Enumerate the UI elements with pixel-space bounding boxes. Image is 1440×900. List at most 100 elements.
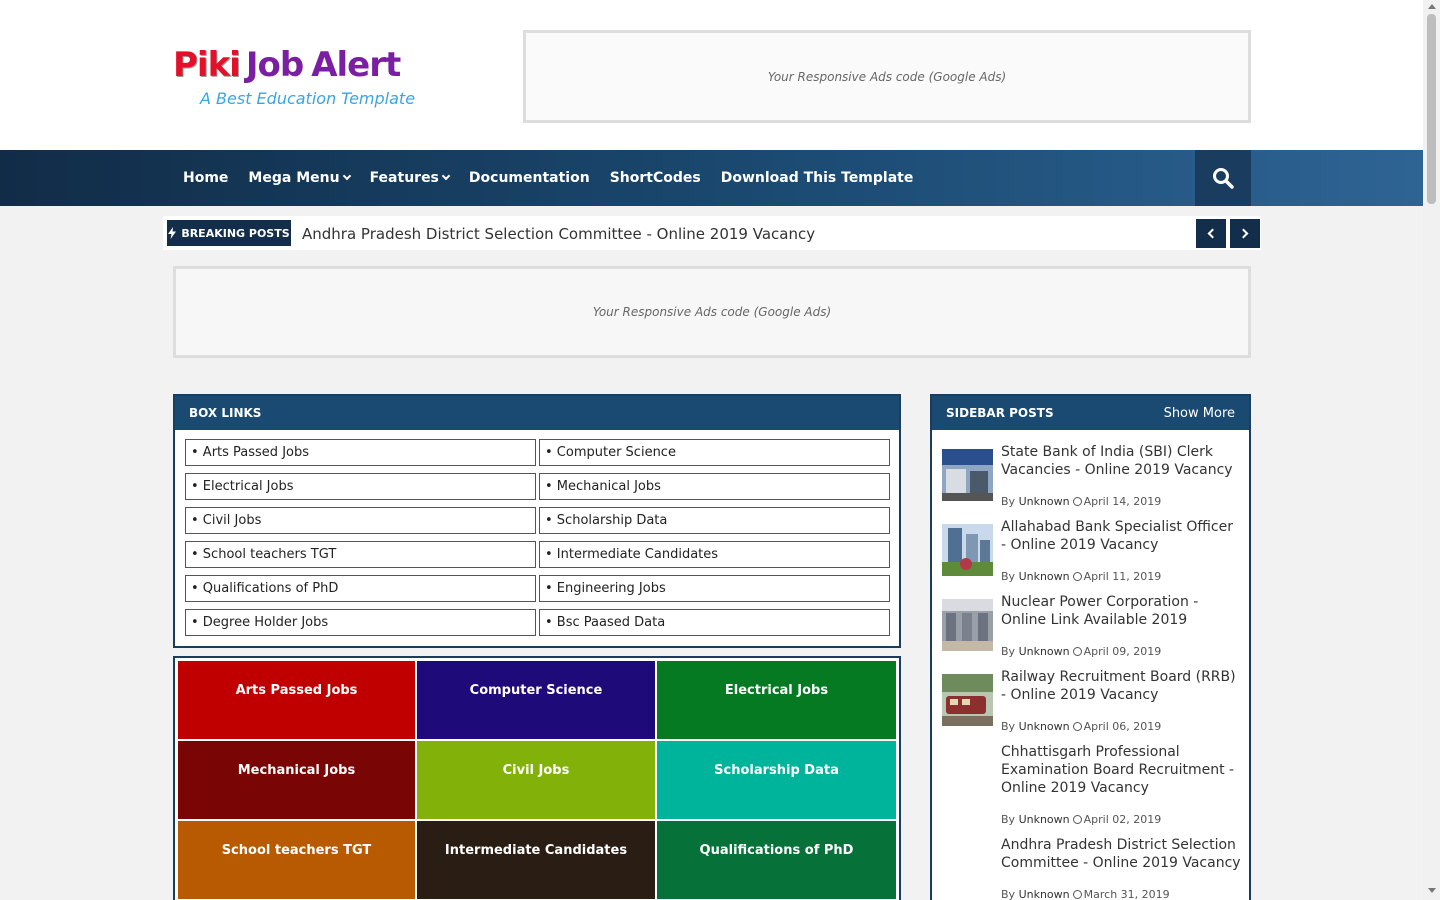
nav-item-mega-menu[interactable]: Mega Menu [238, 170, 359, 186]
category-tile[interactable]: Intermediate Candidates [417, 821, 655, 899]
box-link-item[interactable]: • School teachers TGT [185, 541, 536, 568]
nav-menu: Home Mega Menu Features Documentation ShortC… [173, 150, 923, 206]
box-links-header: BOX LINKS [175, 396, 899, 430]
box-links-grid: • Arts Passed Jobs • Computer Science • El… [185, 439, 890, 636]
category-tile[interactable]: Scholarship Data [657, 741, 896, 819]
site-logo[interactable]: Piki Job Alert A Best Education Template [173, 45, 443, 115]
show-more-link[interactable]: Show More [1164, 406, 1235, 421]
breaking-label-text: BREAKING POSTS [181, 226, 290, 240]
sidebar-post-title[interactable]: Railway Recruitment Board (RRB) - Online… [1001, 668, 1241, 704]
sidebar-post-item: Andhra Pradesh District Selection Commit… [942, 836, 1242, 900]
sidebar-post-item: Railway Recruitment Board (RRB) - Online… [942, 668, 1242, 738]
box-links-widget: BOX LINKS • Arts Passed Jobs • Computer S… [173, 394, 901, 648]
category-tile-label: Intermediate Candidates [444, 842, 628, 858]
nav-item-documentation[interactable]: Documentation [459, 170, 600, 186]
content-ad-text: Your Responsive Ads code (Google Ads) [592, 305, 832, 319]
category-tile-label: Mechanical Jobs [237, 762, 356, 778]
logo-tagline: A Best Education Template [200, 89, 416, 108]
sidebar-post-thumbnail[interactable] [942, 674, 993, 726]
category-tile[interactable]: Computer Science [417, 661, 655, 739]
category-tile[interactable]: School teachers TGT [178, 821, 415, 899]
post-author[interactable]: Unknown [1019, 720, 1070, 733]
box-link-item[interactable]: • Degree Holder Jobs [185, 609, 536, 636]
logo-brand-second: Job [245, 45, 304, 85]
category-tiles-grid: Arts Passed Jobs Computer Science Electric… [178, 661, 896, 899]
sidebar-post-item: Chhattisgarh Professional Examination Bo… [942, 743, 1242, 826]
scrollbar-thumb[interactable] [1427, 14, 1436, 204]
post-by-label: By [1001, 495, 1016, 508]
box-link-item[interactable]: • Scholarship Data [539, 507, 890, 534]
category-tile-label: Arts Passed Jobs [235, 682, 358, 698]
breaking-post-link[interactable]: Andhra Pradesh District Selection Commit… [302, 216, 815, 250]
nav-item-label: Home [183, 170, 229, 186]
box-link-item[interactable]: • Intermediate Candidates [539, 541, 890, 568]
post-author[interactable]: Unknown [1019, 570, 1070, 583]
sidebar-post-item: State Bank of India (SBI) Clerk Vacancie… [942, 443, 1242, 513]
category-tiles-widget: Arts Passed Jobs Computer Science Electric… [173, 656, 901, 900]
sidebar-post-thumbnail[interactable] [942, 524, 993, 576]
post-date: April 14, 2019 [1083, 495, 1162, 508]
post-date: April 11, 2019 [1083, 570, 1162, 583]
category-tile-label: Qualifications of PhD [699, 842, 854, 858]
category-tile[interactable]: Mechanical Jobs [178, 741, 415, 819]
post-author[interactable]: Unknown [1019, 813, 1070, 826]
scroll-up-arrow-icon[interactable] [1428, 4, 1436, 9]
breaking-posts-label: BREAKING POSTS [167, 220, 291, 246]
sidebar-posts-widget: SIDEBAR POSTS Show More State Bank of In… [930, 394, 1251, 900]
sidebar-post-meta: By Unknown April 14, 2019 [1001, 495, 1161, 508]
scroll-down-arrow-icon[interactable] [1428, 888, 1436, 893]
sidebar-post-thumbnail[interactable] [942, 599, 993, 651]
chevron-down-icon [441, 171, 451, 181]
sidebar-posts-header: SIDEBAR POSTS Show More [932, 396, 1249, 430]
sidebar-post-title[interactable]: Allahabad Bank Specialist Officer - Onli… [1001, 518, 1241, 554]
sidebar-post-title[interactable]: Chhattisgarh Professional Examination Bo… [1001, 743, 1241, 797]
sidebar-post-item: Nuclear Power Corporation - Online Link … [942, 593, 1242, 663]
box-link-item[interactable]: • Computer Science [539, 439, 890, 466]
header-ad-slot: Your Responsive Ads code (Google Ads) [523, 30, 1251, 123]
nav-item-label: Download This Template [720, 170, 914, 186]
header-ad-text: Your Responsive Ads code (Google Ads) [767, 69, 1007, 84]
post-author[interactable]: Unknown [1019, 495, 1070, 508]
category-tile[interactable]: Qualifications of PhD [657, 821, 896, 899]
clock-icon [1072, 572, 1082, 581]
post-date: April 09, 2019 [1083, 645, 1162, 658]
nav-item-label: Mega Menu [248, 170, 340, 186]
breaking-prev-button[interactable] [1196, 219, 1226, 248]
post-author[interactable]: Unknown [1019, 888, 1070, 900]
breaking-posts-bar: BREAKING POSTS Andhra Pradesh District S… [163, 216, 1261, 250]
post-author[interactable]: Unknown [1019, 645, 1070, 658]
category-tile[interactable]: Civil Jobs [417, 741, 655, 819]
box-link-item[interactable]: • Arts Passed Jobs [185, 439, 536, 466]
main-navigation: Home Mega Menu Features Documentation ShortC… [0, 150, 1423, 206]
sidebar-post-title[interactable]: Andhra Pradesh District Selection Commit… [1001, 836, 1241, 872]
page-scrollbar[interactable] [1423, 0, 1440, 900]
clock-icon [1072, 497, 1082, 506]
sidebar-post-title[interactable]: State Bank of India (SBI) Clerk Vacancie… [1001, 443, 1241, 479]
search-button[interactable] [1195, 150, 1251, 206]
category-tile-label: Scholarship Data [714, 762, 839, 778]
category-tile[interactable]: Electrical Jobs [657, 661, 896, 739]
box-link-item[interactable]: • Civil Jobs [185, 507, 536, 534]
category-tile-label: Civil Jobs [502, 762, 570, 778]
nav-item-download-this-template[interactable]: Download This Template [711, 170, 924, 186]
post-by-label: By [1001, 720, 1016, 733]
box-link-item[interactable]: • Engineering Jobs [539, 575, 890, 602]
site-header: Piki Job Alert A Best Education Template Y… [0, 0, 1423, 150]
content-ad-slot: Your Responsive Ads code (Google Ads) [173, 266, 1251, 358]
nav-item-home[interactable]: Home [173, 170, 238, 186]
sidebar-post-thumbnail[interactable] [942, 449, 993, 501]
box-link-item[interactable]: • Qualifications of PhD [185, 575, 536, 602]
category-tile-label: Electrical Jobs [724, 682, 829, 698]
nav-item-label: ShortCodes [609, 170, 701, 186]
nav-item-features[interactable]: Features [360, 170, 459, 186]
box-link-item[interactable]: • Mechanical Jobs [539, 473, 890, 500]
nav-item-shortcodes[interactable]: ShortCodes [600, 170, 711, 186]
breaking-next-button[interactable] [1230, 219, 1260, 248]
category-tile[interactable]: Arts Passed Jobs [178, 661, 415, 739]
box-link-item[interactable]: • Bsc Paased Data [539, 609, 890, 636]
box-link-item[interactable]: • Electrical Jobs [185, 473, 536, 500]
sidebar-post-title[interactable]: Nuclear Power Corporation - Online Link … [1001, 593, 1241, 629]
clock-icon [1072, 647, 1082, 656]
post-by-label: By [1001, 645, 1016, 658]
sidebar-post-meta: By Unknown April 02, 2019 [1001, 813, 1161, 826]
